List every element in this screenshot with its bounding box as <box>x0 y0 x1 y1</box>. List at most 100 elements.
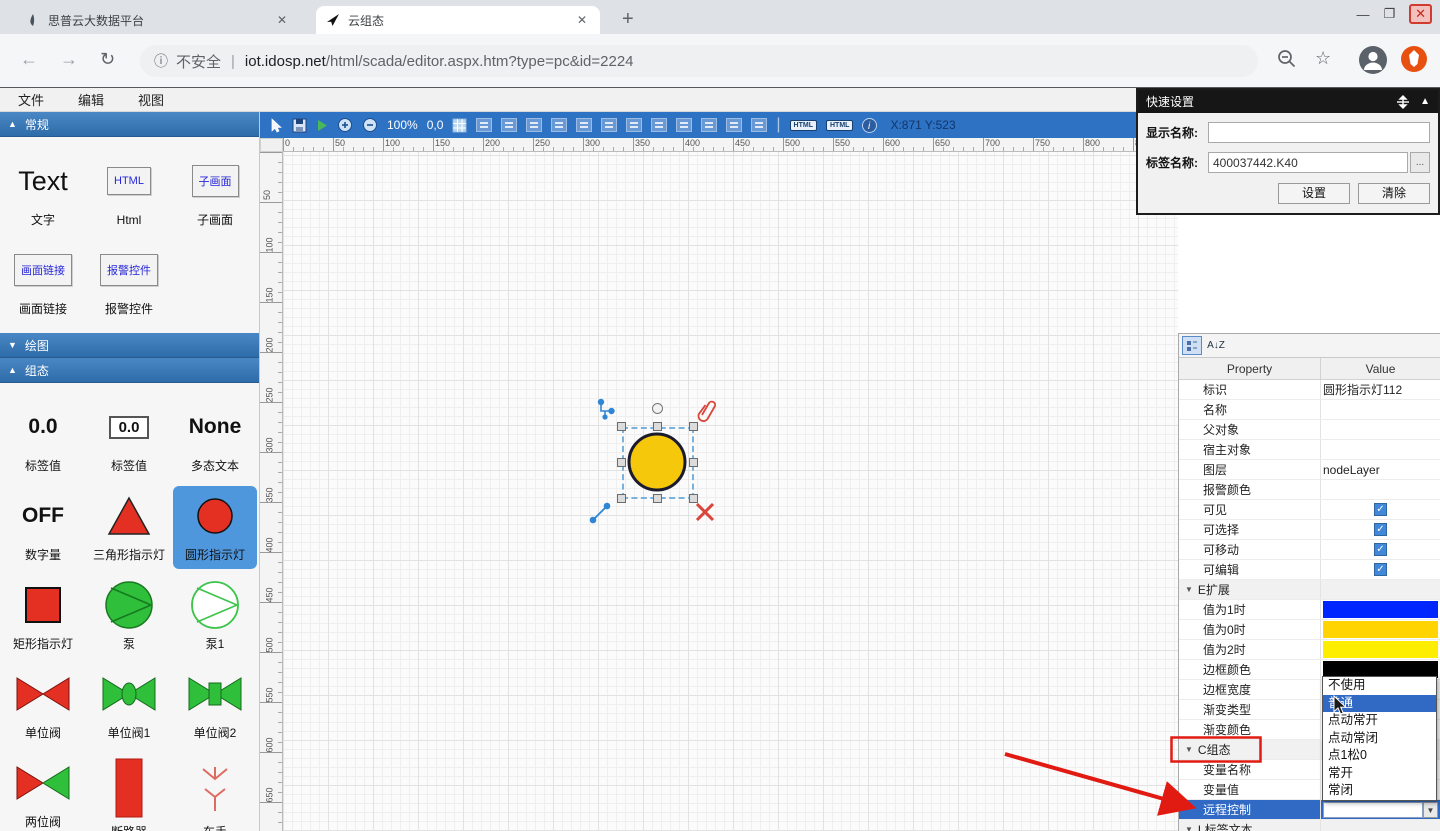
paste-icon[interactable] <box>501 118 517 132</box>
menu-file[interactable]: 文件 <box>18 90 44 109</box>
delete-x-icon[interactable] <box>694 501 716 523</box>
property-row[interactable]: 值为1时 <box>1179 600 1440 620</box>
resize-handle-e[interactable] <box>689 458 698 467</box>
value-combobox[interactable] <box>1323 802 1423 818</box>
html-preview-icon[interactable]: HTML <box>826 120 853 131</box>
collapse-up-icon[interactable]: ▲ <box>1420 96 1430 107</box>
new-tab-button[interactable]: + <box>622 8 634 31</box>
tab-close-icon[interactable]: ✕ <box>274 13 290 27</box>
zoom-in-icon[interactable] <box>337 117 353 133</box>
resize-handle-sw[interactable] <box>617 494 626 503</box>
browser-tab-scada[interactable]: 云组态 ✕ <box>316 6 600 34</box>
category-expand-icon[interactable]: ▼ <box>1185 745 1193 754</box>
align-bottom-icon[interactable] <box>651 118 667 132</box>
save-icon[interactable] <box>292 118 307 133</box>
pointer-tool-icon[interactable] <box>270 118 283 133</box>
connect-icon[interactable] <box>597 398 617 420</box>
chevron-down-icon[interactable]: ▼ <box>1423 802 1438 818</box>
property-row[interactable]: 可移动✓ <box>1179 540 1440 560</box>
section-header-drawing[interactable]: ▼ 绘图 <box>0 333 259 358</box>
align-left-icon[interactable] <box>526 118 542 132</box>
category-expand-icon[interactable]: ▼ <box>1185 585 1193 594</box>
zoom-out-page-icon[interactable] <box>1276 48 1298 70</box>
circle-indicator-node[interactable] <box>627 432 688 493</box>
same-height-icon[interactable] <box>701 118 717 132</box>
resize-handle-w[interactable] <box>617 458 626 467</box>
palette-item-rect-indicator[interactable]: 矩形指示灯 <box>1 575 85 658</box>
align-right-icon[interactable] <box>576 118 592 132</box>
zoom-out-icon[interactable] <box>362 117 378 133</box>
tag-name-input[interactable] <box>1208 152 1408 173</box>
property-row[interactable]: 标识圆形指示灯112 <box>1179 380 1440 400</box>
align-top-icon[interactable] <box>601 118 617 132</box>
align-middle-icon[interactable] <box>626 118 642 132</box>
palette-item-multistate-text[interactable]: None 多态文本 <box>173 397 257 480</box>
resize-handle-n[interactable] <box>653 422 662 431</box>
palette-item-circle-indicator-selected[interactable]: 圆形指示灯 <box>173 486 257 569</box>
color-swatch[interactable] <box>1323 621 1438 638</box>
display-name-input[interactable] <box>1208 122 1430 143</box>
palette-item-screen-link[interactable]: 画面链接 画面链接 <box>1 240 85 323</box>
alphabetical-sort-icon[interactable]: A↓Z <box>1206 336 1226 355</box>
property-row[interactable]: 可见✓ <box>1179 500 1440 520</box>
property-row[interactable]: 报警颜色 <box>1179 480 1440 500</box>
category-expand-icon[interactable]: ▼ <box>1185 825 1193 831</box>
dropdown-option[interactable]: 点动常闭 <box>1323 730 1436 748</box>
menu-edit[interactable]: 编辑 <box>78 90 104 109</box>
set-button[interactable]: 设置 <box>1278 183 1350 204</box>
section-header-general[interactable]: ▲ 常规 <box>0 112 259 137</box>
run-icon[interactable] <box>316 119 328 132</box>
copy-icon[interactable] <box>476 118 492 132</box>
categorized-view-icon[interactable] <box>1182 336 1202 355</box>
palette-item-handcart[interactable]: 车手 <box>173 753 257 831</box>
clear-button[interactable]: 清除 <box>1358 183 1430 204</box>
reload-icon[interactable]: ↻ <box>100 49 115 70</box>
dock-icon[interactable] <box>1396 95 1410 109</box>
rotate-handle[interactable] <box>652 403 663 414</box>
dropdown-option[interactable]: 普通 <box>1323 695 1436 713</box>
palette-item-subscreen[interactable]: 子画面 子画面 <box>173 151 257 234</box>
palette-item-breaker[interactable]: 断路器 <box>87 753 171 831</box>
palette-item-valve[interactable]: 单位阀 <box>1 664 85 747</box>
checkbox[interactable]: ✓ <box>1374 523 1387 536</box>
bookmark-star-icon[interactable]: ☆ <box>1315 48 1331 69</box>
draw-line-icon[interactable] <box>589 502 611 524</box>
address-bar[interactable]: ⓘ 不安全 | iot.idosp.net/html/scada/editor.… <box>140 45 1258 77</box>
color-swatch[interactable] <box>1323 641 1438 658</box>
browse-tags-button[interactable]: ... <box>1410 152 1430 173</box>
back-icon[interactable]: ← <box>20 49 38 70</box>
section-header-scada[interactable]: ▲ 组态 <box>0 358 259 383</box>
checkbox[interactable]: ✓ <box>1374 543 1387 556</box>
resize-handle-s[interactable] <box>653 494 662 503</box>
forward-icon[interactable]: → <box>60 49 78 70</box>
palette-item-pump1[interactable]: 泵1 <box>173 575 257 658</box>
palette-item-html[interactable]: HTML Html <box>87 151 171 234</box>
distribute-vertical-icon[interactable] <box>751 118 767 132</box>
align-center-icon[interactable] <box>551 118 567 132</box>
property-row[interactable]: ▼E扩展 <box>1179 580 1440 600</box>
property-row[interactable]: 可选择✓ <box>1179 520 1440 540</box>
property-row[interactable]: 图层nodeLayer <box>1179 460 1440 480</box>
dropdown-option[interactable]: 不使用 <box>1323 677 1436 695</box>
distribute-horizontal-icon[interactable] <box>726 118 742 132</box>
brave-icon[interactable] <box>1400 45 1428 73</box>
quick-settings-header[interactable]: 快速设置 ▲ <box>1138 90 1438 113</box>
palette-item-text[interactable]: Text 文字 <box>1 151 85 234</box>
tab-close-icon[interactable]: ✕ <box>574 13 590 27</box>
palette-item-tag-value[interactable]: 0.0 标签值 <box>1 397 85 480</box>
resize-handle-ne[interactable] <box>689 422 698 431</box>
palette-item-tag-value-boxed[interactable]: 0.0 标签值 <box>87 397 171 480</box>
property-row[interactable]: 值为0时 <box>1179 620 1440 640</box>
minimize-button[interactable]: — <box>1356 7 1369 22</box>
restore-button[interactable]: ❐ <box>1383 6 1395 22</box>
property-row[interactable]: 远程控制▼ <box>1179 800 1440 820</box>
palette-item-pump[interactable]: 泵 <box>87 575 171 658</box>
property-row[interactable]: 可编辑✓ <box>1179 560 1440 580</box>
html-export-icon[interactable]: HTML <box>790 120 817 131</box>
info-circle-icon[interactable]: i <box>862 118 877 133</box>
property-row[interactable]: 宿主对象 <box>1179 440 1440 460</box>
info-icon[interactable]: ⓘ <box>154 51 168 71</box>
attach-paperclip-icon[interactable] <box>696 399 718 423</box>
color-swatch[interactable] <box>1323 601 1438 618</box>
checkbox[interactable]: ✓ <box>1374 503 1387 516</box>
